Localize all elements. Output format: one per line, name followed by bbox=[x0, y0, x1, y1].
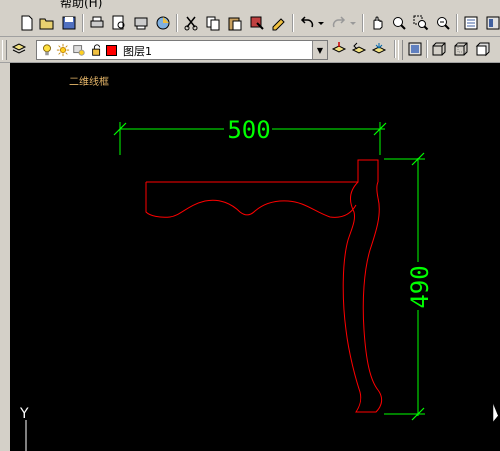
width-dimension-text: 500 bbox=[227, 116, 270, 144]
ucs-icon: Y bbox=[19, 406, 29, 451]
drawing-svg: 500 490 Y bbox=[19, 116, 500, 451]
height-dimension-text: 490 bbox=[406, 265, 434, 308]
cursor-arrow-icon bbox=[492, 402, 500, 423]
width-dimension[interactable]: 500 bbox=[113, 116, 387, 155]
height-dimension[interactable]: 490 bbox=[384, 152, 434, 421]
profile-outline[interactable] bbox=[145, 159, 383, 413]
ucs-y-label: Y bbox=[19, 406, 29, 422]
